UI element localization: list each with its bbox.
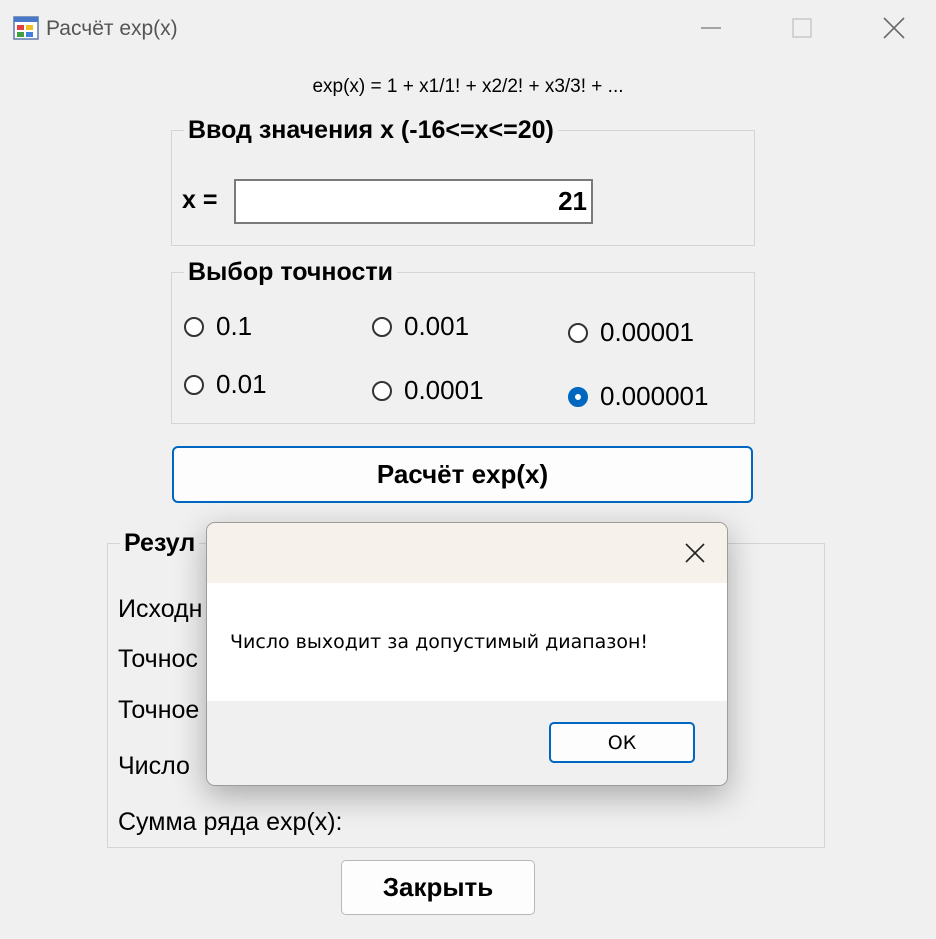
message-dialog: Число выходит за допустимый диапазон! ОК: [206, 522, 728, 786]
radio-0-001[interactable]: 0.001: [372, 311, 469, 342]
radio-label: 0.00001: [600, 317, 694, 347]
radio-circle: [372, 316, 392, 337]
radio-label: 0.01: [216, 369, 267, 399]
result-precision-label: Точнос: [118, 645, 198, 673]
maximize-icon: [792, 18, 812, 38]
app-form-icon: [13, 16, 39, 40]
minimize-icon: [701, 27, 721, 29]
radio-label: 0.000001: [600, 381, 709, 411]
radio-0-00001[interactable]: 0.00001: [568, 317, 694, 348]
maximize-button[interactable]: [756, 0, 848, 56]
dialog-title-bar[interactable]: [207, 523, 727, 583]
radio-0-1[interactable]: 0.1: [184, 311, 252, 342]
input-group-title: Ввод значения x (-16<=x<=20): [184, 116, 558, 145]
minimize-button[interactable]: [665, 0, 757, 56]
dialog-close-icon: [685, 543, 705, 563]
result-series-sum-label: Сумма ряда exp(x):: [118, 808, 343, 836]
radio-label: 0.0001: [404, 375, 484, 405]
formula-label: exp(x) = 1 + x1/1! + x2/2! + x3/3! + ...: [312, 76, 624, 97]
x-input[interactable]: [234, 179, 593, 224]
close-app-button[interactable]: Закрыть: [341, 860, 535, 915]
radio-circle-checked: [568, 386, 588, 407]
calculate-button[interactable]: Расчёт exp(x): [172, 446, 753, 503]
radio-0-01[interactable]: 0.01: [184, 369, 267, 400]
result-terms-count-label: Число: [118, 752, 190, 780]
radio-circle: [184, 374, 204, 395]
radio-0-0001[interactable]: 0.0001: [372, 375, 484, 406]
results-group-title: Резул: [120, 529, 200, 558]
radio-label: 0.001: [404, 311, 470, 341]
x-label: x =: [182, 186, 218, 214]
radio-circle: [372, 380, 392, 401]
radio-circle: [568, 322, 588, 343]
close-icon: [883, 17, 905, 39]
close-button[interactable]: [848, 0, 936, 56]
radio-label: 0.1: [216, 311, 253, 341]
window-title: Расчёт exp(x): [46, 17, 178, 40]
radio-0-000001[interactable]: 0.000001: [568, 381, 708, 412]
precision-group-title: Выбор точности: [184, 258, 397, 287]
result-exact-value-label: Точное: [118, 696, 200, 724]
radio-circle: [184, 316, 204, 337]
dialog-message: Число выходит за допустимый диапазон!: [230, 631, 649, 653]
ok-button[interactable]: ОК: [549, 722, 695, 763]
dialog-close-button[interactable]: [663, 523, 727, 583]
result-initial-x-label: Исходн: [118, 595, 203, 623]
